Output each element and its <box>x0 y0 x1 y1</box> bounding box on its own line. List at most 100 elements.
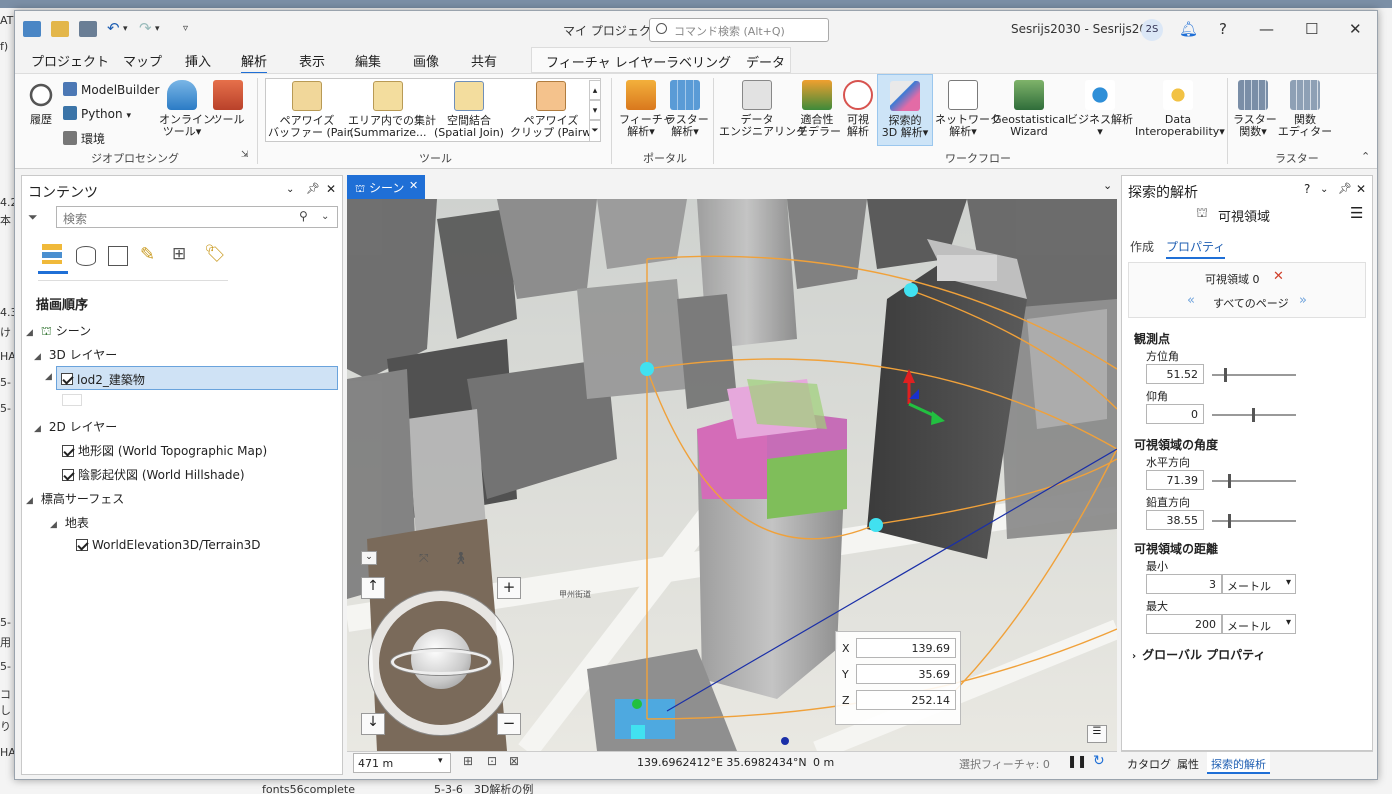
redo-icon[interactable]: ↷ <box>139 19 152 37</box>
vertical-angle-field[interactable]: 38.55 <box>1146 510 1204 530</box>
scene-view[interactable]: 甲州街道 ⌄ ⤧ 🚶︎ ↑ + ↓ − X 139.69 Y 35.69 Z 2… <box>347 199 1117 751</box>
user-avatar[interactable]: 2S <box>1141 19 1163 41</box>
online-tools-button[interactable]: オンライン ツール▾ <box>159 80 214 138</box>
list-by-labeling-icon[interactable]: 🏷︎ <box>204 244 226 264</box>
new-project-icon[interactable] <box>23 21 41 37</box>
x-coordinate-field[interactable]: 139.69 <box>856 638 956 658</box>
tab-create[interactable]: 作成 <box>1130 238 1154 255</box>
search-options-icon[interactable]: ⌄ <box>321 211 329 222</box>
zoom-in-button[interactable]: + <box>497 577 521 599</box>
close-pane-icon[interactable]: ✕ <box>1356 182 1366 196</box>
vertical-angle-slider[interactable] <box>1212 514 1296 528</box>
z-coordinate-field[interactable]: 252.14 <box>856 690 956 710</box>
grid-icon[interactable]: ⊞ <box>463 754 473 768</box>
azimuth-slider[interactable] <box>1212 368 1296 382</box>
y-coordinate-field[interactable]: 35.69 <box>856 664 956 684</box>
tab-project[interactable]: プロジェクト <box>31 51 109 70</box>
horizontal-angle-slider[interactable] <box>1212 474 1296 488</box>
snapping-icon[interactable]: ⊡ <box>487 754 497 768</box>
min-distance-unit-dropdown[interactable]: メートル <box>1222 574 1296 594</box>
elevation-angle-slider[interactable] <box>1212 408 1296 422</box>
navigator-collapse-icon[interactable]: ⌄ <box>361 551 377 565</box>
modelbuilder-button[interactable]: ModelBuilder <box>63 82 159 97</box>
collapse-ribbon-icon[interactable]: ⌃ <box>1361 150 1370 163</box>
help-icon[interactable]: ? <box>1304 182 1310 196</box>
tab-map[interactable]: マップ <box>123 51 162 70</box>
max-distance-unit-dropdown[interactable]: メートル <box>1222 614 1296 634</box>
open-project-icon[interactable] <box>51 21 69 37</box>
environments-button[interactable]: 環境 <box>63 130 105 147</box>
menu-icon[interactable]: ☰ <box>1350 204 1363 222</box>
previous-page-icon[interactable]: « <box>1187 293 1195 308</box>
horizontal-angle-field[interactable]: 71.39 <box>1146 470 1204 490</box>
tab-labeling[interactable]: ラベリング <box>666 52 731 71</box>
tab-catalog[interactable]: カタログ <box>1127 752 1171 774</box>
layer-visibility-checkbox[interactable] <box>62 445 74 457</box>
tab-data[interactable]: データ <box>746 52 785 71</box>
tree-3d-layers[interactable]: ◢ 3D レイヤー <box>34 346 117 363</box>
command-search-input[interactable]: コマンド検索 (Alt+Q) <box>649 18 829 42</box>
pin-icon[interactable]: 📌︎ <box>1338 182 1352 195</box>
pairwise-buffer-button[interactable]: ペアワイズ バッファー (Pair... <box>268 81 361 139</box>
tab-exploratory-analysis[interactable]: 探索的解析 <box>1207 752 1270 774</box>
full-extent-icon[interactable]: ⤧ <box>419 551 429 566</box>
pause-icon[interactable]: ❚❚ <box>1067 754 1087 768</box>
layer-visibility-checkbox[interactable] <box>61 372 77 386</box>
pane-options-icon[interactable]: ⌄ <box>1320 184 1328 195</box>
history-button[interactable]: 履歴 <box>23 80 59 126</box>
list-by-snapping-icon[interactable]: ⊞ <box>172 244 186 264</box>
tab-insert[interactable]: 挿入 <box>185 51 211 70</box>
summarize-within-button[interactable]: エリア内での集計 (Summarize... <box>348 81 436 139</box>
list-by-drawing-order-icon[interactable] <box>38 240 68 274</box>
minimize-button[interactable]: — <box>1259 20 1274 38</box>
list-by-editing-icon[interactable]: ✎ <box>140 244 155 265</box>
raster-analysis-button[interactable]: ラスター 解析▾ <box>665 80 709 138</box>
suitability-modeler-button[interactable]: 適合性 モデラー <box>797 80 841 138</box>
azimuth-field[interactable]: 51.52 <box>1146 364 1204 384</box>
viewshed-handle[interactable] <box>640 362 654 376</box>
customize-toolbar-icon[interactable]: ▿ <box>183 23 188 34</box>
tab-analysis[interactable]: 解析 <box>241 51 268 74</box>
spatial-join-button[interactable]: 空間結合 (Spatial Join) <box>432 81 506 139</box>
filter-icon[interactable]: ⏷ <box>28 210 38 225</box>
exploratory-3d-analysis-button[interactable]: 探索的 3D 解析▾ <box>877 74 933 146</box>
feature-analysis-button[interactable]: フィーチャ 解析▾ <box>619 80 674 138</box>
observer-point[interactable] <box>781 737 789 745</box>
tree-2d-layers[interactable]: ◢ 2D レイヤー <box>34 418 117 435</box>
close-tab-icon[interactable]: ✕ <box>409 179 418 192</box>
viewshed-handle[interactable] <box>869 518 883 532</box>
expand-icon[interactable]: ◢ <box>45 372 52 382</box>
next-page-icon[interactable]: » <box>1299 293 1307 308</box>
tree-layer-buildings[interactable]: ◢ lod2_建築物 <box>45 366 338 390</box>
min-distance-field[interactable]: 3 <box>1146 574 1222 594</box>
pane-options-icon[interactable]: ⌄ <box>286 184 294 195</box>
tab-imagery[interactable]: 画像 <box>413 51 439 70</box>
geostatistical-wizard-button[interactable]: Geostatistical Wizard <box>993 80 1068 138</box>
tab-edit[interactable]: 編集 <box>355 51 381 70</box>
pin-icon[interactable]: 📌︎ <box>306 182 320 195</box>
notification-bell-icon[interactable]: 🔔︎ <box>1179 20 1198 38</box>
first-person-icon[interactable]: 🚶︎ <box>453 551 468 565</box>
global-properties-expander[interactable]: › グローバル プロパティ <box>1132 646 1265 663</box>
python-button[interactable]: Python ▾ <box>63 106 131 121</box>
undo-dropdown-icon[interactable]: ▾ <box>123 24 128 34</box>
save-icon[interactable] <box>79 21 97 37</box>
view-tabs-dropdown-icon[interactable]: ⌄ <box>1103 179 1112 192</box>
tree-layer-terrain[interactable]: WorldElevation3D/Terrain3D <box>76 538 261 552</box>
tab-feature-layer[interactable]: フィーチャ レイヤー <box>546 52 666 71</box>
maximize-button[interactable]: ☐ <box>1305 20 1318 38</box>
data-engineering-button[interactable]: データ エンジニアリング <box>719 80 807 138</box>
close-button[interactable]: ✕ <box>1349 20 1362 38</box>
tree-scene[interactable]: ◢ ⛫ シーン <box>26 322 91 340</box>
gallery-scroll-down-icon[interactable]: ▾ <box>589 100 601 120</box>
layer-visibility-checkbox[interactable] <box>76 539 88 551</box>
layer-visibility-checkbox[interactable] <box>62 469 74 481</box>
tab-view[interactable]: 表示 <box>299 51 325 70</box>
business-analysis-button[interactable]: ビジネス解析 ▾ <box>1067 80 1133 138</box>
search-icon[interactable]: ⚲ <box>299 209 308 223</box>
help-button[interactable]: ? <box>1219 20 1227 38</box>
undo-icon[interactable]: ↶ <box>107 19 120 37</box>
redo-dropdown-icon[interactable]: ▾ <box>155 24 160 34</box>
constraints-icon[interactable]: ⊠ <box>509 754 519 768</box>
tab-attributes[interactable]: 属性 <box>1177 752 1199 774</box>
